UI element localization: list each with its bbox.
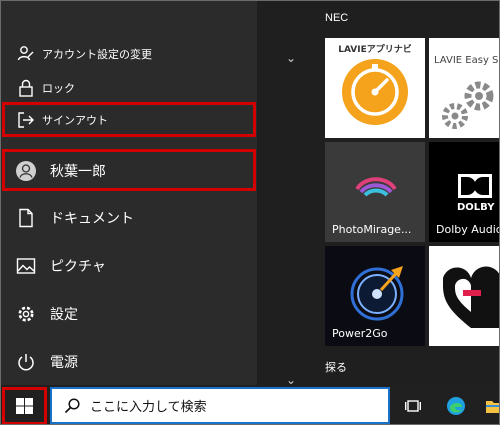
account-settings-icon <box>15 43 37 65</box>
task-view-icon <box>405 400 421 412</box>
settings-label: 設定 <box>50 307 78 323</box>
task-view-button[interactable] <box>398 387 428 424</box>
documents-item[interactable]: ドキュメント <box>1 204 257 232</box>
power2go-disc-icon <box>350 266 404 321</box>
account-settings-item[interactable]: アカウント設定の変更 <box>1 43 257 65</box>
power-item[interactable]: 電源 <box>1 348 257 376</box>
documents-label: ドキュメント <box>50 211 134 227</box>
settings-item[interactable]: 設定 <box>1 300 257 328</box>
app-tile-partial[interactable] <box>429 246 499 346</box>
signout-highlight <box>2 102 256 137</box>
photomirage-tile[interactable]: PhotoMirage... <box>325 142 425 242</box>
lavie-easy-settings-title: LAVIE Easy Set <box>434 55 499 66</box>
dolby-logo-text: DOLBY <box>457 202 495 213</box>
account-settings-label: アカウント設定の変更 <box>42 48 152 61</box>
pictures-icon <box>15 255 37 277</box>
search-icon <box>64 398 80 414</box>
start-menu-left-pane: アカウント設定の変更 ロック サインアウト 秋葉一郎 ドキュメント ピクチャ 設… <box>1 1 257 385</box>
tile-group-label: NEC <box>325 12 349 24</box>
power-icon <box>15 351 37 373</box>
gears-icon <box>442 81 494 129</box>
chevron-down-icon[interactable]: ⌄ <box>286 51 296 65</box>
explore-group-label: 探る <box>325 361 347 374</box>
lock-item[interactable]: ロック <box>1 77 257 99</box>
photomirage-logo-icon <box>355 177 397 197</box>
pictures-label: ピクチャ <box>50 259 106 275</box>
start-button-highlight <box>2 387 47 424</box>
dolby-audio-tile[interactable]: DOLBY Dolby Audio <box>429 142 500 242</box>
heart-logo-icon <box>443 266 499 328</box>
lavie-app-navi-title: LAVIEアプリナビ <box>338 45 412 55</box>
pictures-item[interactable]: ピクチャ <box>1 252 257 280</box>
dolby-logo-icon <box>458 174 492 198</box>
edge-browser-button[interactable] <box>441 387 471 424</box>
document-icon <box>15 207 37 229</box>
lavie-easy-settings-tile[interactable]: LAVIE Easy Set <box>429 38 499 138</box>
user-highlight <box>2 149 256 191</box>
power2go-label: Power2Go <box>332 327 388 340</box>
dolby-audio-label: Dolby Audio <box>436 223 500 236</box>
lavie-app-navi-tile[interactable]: LAVIEアプリナビ <box>325 38 425 138</box>
lock-label: ロック <box>42 82 75 95</box>
gear-icon <box>15 303 37 325</box>
file-explorer-button[interactable] <box>483 387 499 424</box>
taskbar-search-box[interactable]: ここに入力して検索 <box>50 387 390 424</box>
photomirage-label: PhotoMirage... <box>332 223 412 236</box>
search-placeholder: ここに入力して検索 <box>90 400 207 415</box>
edge-browser-icon <box>447 397 465 415</box>
compass-icon <box>342 59 408 125</box>
power-label: 電源 <box>50 355 78 371</box>
power2go-tile[interactable]: Power2Go <box>325 246 425 346</box>
folder-icon <box>486 401 499 413</box>
lock-icon <box>15 77 37 99</box>
start-menu-screenshot: アカウント設定の変更 ロック サインアウト 秋葉一郎 ドキュメント ピクチャ 設… <box>0 0 500 425</box>
